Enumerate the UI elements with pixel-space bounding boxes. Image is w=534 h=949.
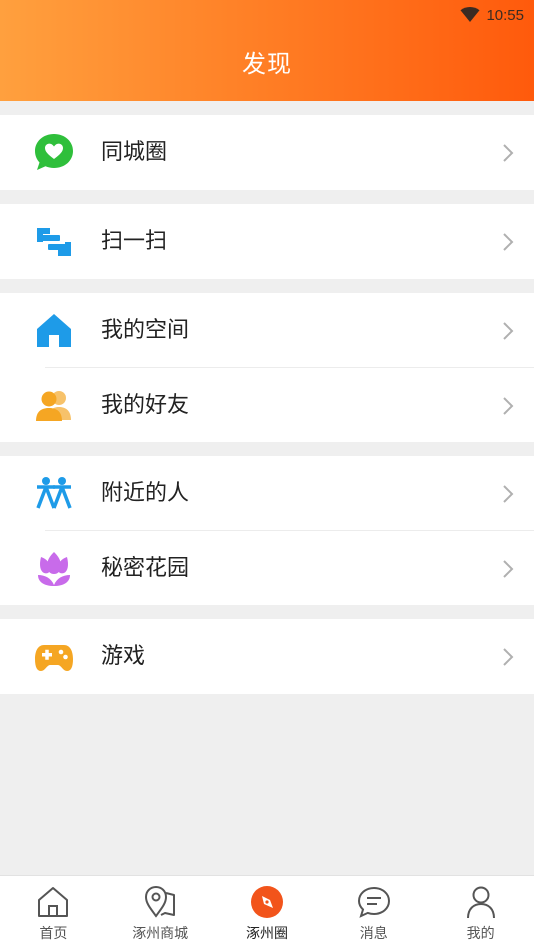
menu-group-4: 附近的人 秘密花园 bbox=[0, 456, 534, 605]
gamepad-icon bbox=[35, 645, 73, 671]
menu-group-2: 扫一扫 bbox=[0, 204, 534, 279]
menu-group-5: 游戏 bbox=[0, 619, 534, 694]
header: 10:55 发现 bbox=[0, 0, 534, 101]
menu-group-1: 同城圈 bbox=[0, 115, 534, 190]
menu-item-games[interactable]: 游戏 bbox=[0, 619, 534, 694]
message-icon bbox=[357, 886, 390, 918]
menu-item-label: 我的空间 bbox=[101, 318, 190, 343]
menu-item-my-space[interactable]: 我的空间 bbox=[0, 293, 534, 368]
compass-icon bbox=[250, 886, 283, 918]
menu-item-label: 附近的人 bbox=[101, 481, 190, 506]
chevron-right-icon bbox=[503, 397, 514, 415]
friends-icon bbox=[36, 391, 71, 421]
tab-zhuozhou-circle[interactable]: 涿州圈 bbox=[214, 876, 321, 949]
menu-item-label: 同城圈 bbox=[101, 140, 168, 165]
menu-item-my-friends[interactable]: 我的好友 bbox=[0, 368, 534, 443]
tab-label: 涿州圈 bbox=[245, 926, 288, 942]
menu-item-label: 游戏 bbox=[101, 644, 146, 669]
tab-zhuozhou-mall[interactable]: 涿州商城 bbox=[107, 876, 214, 949]
menu-item-label: 我的好友 bbox=[101, 393, 190, 418]
menu-item-scan[interactable]: 扫一扫 bbox=[0, 204, 534, 279]
tab-label: 首页 bbox=[39, 926, 68, 942]
menu-item-secret-garden[interactable]: 秘密花园 bbox=[0, 531, 534, 606]
map-pin-icon bbox=[145, 885, 176, 918]
menu-item-city-circle[interactable]: 同城圈 bbox=[0, 115, 534, 190]
scan-icon bbox=[37, 228, 71, 256]
tab-label: 我的 bbox=[466, 926, 495, 942]
menu-item-label: 秘密花园 bbox=[101, 556, 190, 581]
chevron-right-icon bbox=[503, 485, 514, 503]
nearby-people-icon bbox=[36, 477, 72, 509]
tab-label: 涿州商城 bbox=[132, 926, 189, 942]
status-bar: 10:55 bbox=[460, 4, 524, 26]
chevron-right-icon bbox=[503, 322, 514, 340]
person-icon bbox=[466, 886, 495, 919]
wifi-icon bbox=[460, 7, 480, 22]
chevron-right-icon bbox=[503, 144, 514, 162]
tulip-icon bbox=[38, 552, 70, 586]
tab-label: 消息 bbox=[359, 926, 388, 942]
menu-item-nearby-people[interactable]: 附近的人 bbox=[0, 456, 534, 531]
chevron-right-icon bbox=[503, 560, 514, 578]
menu-group-3: 我的空间 我的好友 bbox=[0, 293, 534, 442]
tab-mine[interactable]: 我的 bbox=[427, 876, 534, 949]
bottom-tab-bar: 首页 涿州商城 涿州圈 消息 我的 bbox=[0, 875, 534, 949]
status-time: 10:55 bbox=[486, 6, 524, 24]
chevron-right-icon bbox=[503, 648, 514, 666]
chat-heart-icon bbox=[35, 134, 73, 170]
page-title: 发现 bbox=[242, 50, 292, 78]
chevron-right-icon bbox=[503, 233, 514, 251]
home-icon bbox=[37, 314, 71, 347]
tab-messages[interactable]: 消息 bbox=[320, 876, 427, 949]
menu-item-label: 扫一扫 bbox=[101, 229, 168, 254]
tab-home[interactable]: 首页 bbox=[0, 876, 107, 949]
home-outline-icon bbox=[38, 887, 69, 917]
